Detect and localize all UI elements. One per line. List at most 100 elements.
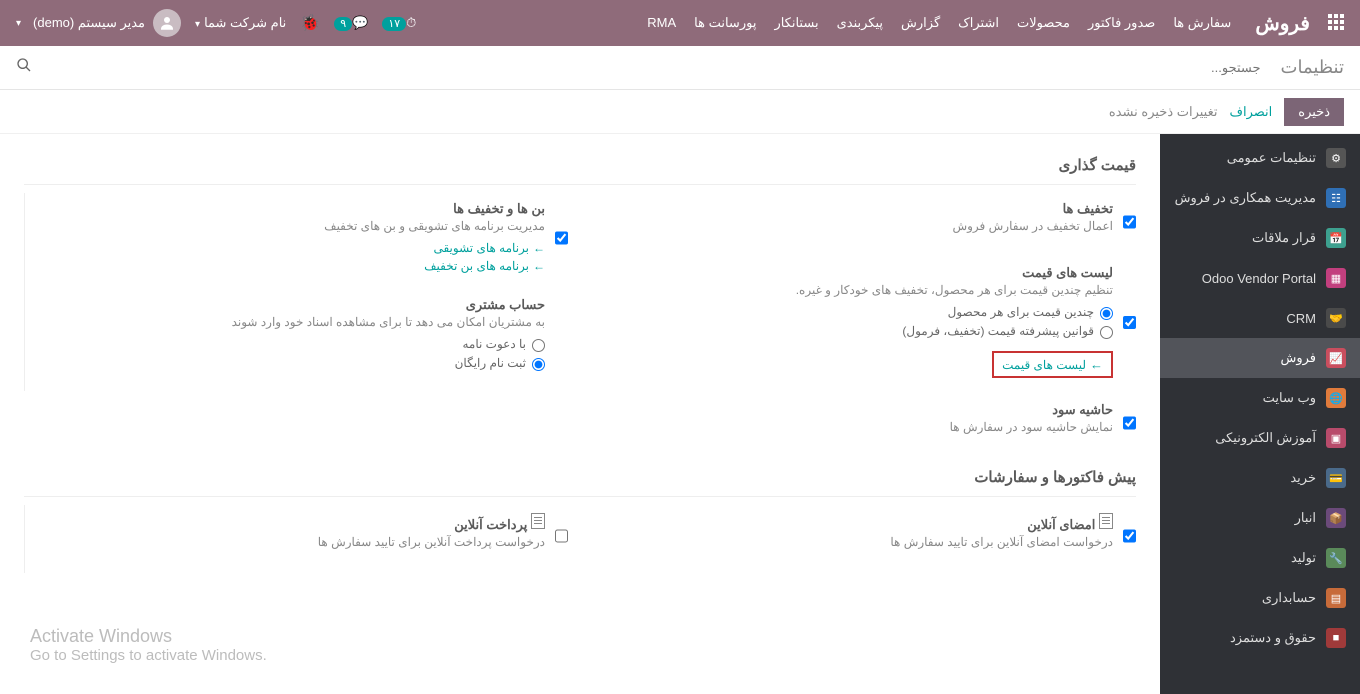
elearn-icon: ▣: [1326, 428, 1346, 448]
topbar-left: ⏱۱۷ 💬۹ 🐞 نام شرکت شما▾ مدیر سیستم (demo)…: [16, 9, 416, 37]
debug-icon[interactable]: 🐞: [300, 13, 320, 33]
inventory-icon: 📦: [1326, 508, 1346, 528]
search-icon[interactable]: [16, 57, 32, 78]
setting-margin: حاشیه سود نمایش حاشیه سود در سفارش ها: [592, 394, 1136, 458]
setting-customer-account: حساب مشتری به مشتریان امکان می دهد تا بر…: [24, 289, 568, 391]
search-input[interactable]: [32, 54, 1261, 81]
calendar-icon: 📅: [1326, 228, 1346, 248]
main: ⚙تنظیمات عمومی ☷مدیریت همکاری در فروش 📅ق…: [0, 134, 1360, 694]
discard-button[interactable]: انصراف: [1230, 104, 1273, 120]
sidebar-item-payroll[interactable]: ■حقوق و دستمزد: [1160, 618, 1360, 658]
globe-icon: 🌐: [1326, 388, 1346, 408]
title-pricelists: لیست های قیمت: [592, 265, 1113, 281]
title-customer-account: حساب مشتری: [49, 297, 545, 313]
apps-icon[interactable]: [1326, 14, 1344, 32]
document-icon: [1099, 513, 1113, 529]
user-menu[interactable]: مدیر سیستم (demo) ▾: [16, 9, 181, 37]
sidebar-item-affiliate[interactable]: ☷مدیریت همکاری در فروش: [1160, 178, 1360, 218]
desc-customer-account: به مشتریان امکان می دهد تا برای مشاهده ا…: [49, 315, 545, 329]
title-margin: حاشیه سود: [592, 402, 1113, 418]
radio-invite[interactable]: با دعوت نامه: [49, 337, 545, 352]
arrow-icon: ←: [533, 259, 545, 273]
page-title: تنظیمات: [1281, 57, 1344, 78]
checkbox-online-payment[interactable]: [555, 515, 568, 557]
purchase-icon: 💳: [1326, 468, 1346, 488]
nav-products[interactable]: محصولات: [1017, 15, 1070, 31]
arrow-icon: ←: [533, 241, 545, 255]
activity-badge[interactable]: ⏱۱۷: [382, 15, 416, 31]
arrow-icon: ←: [1090, 357, 1103, 372]
brand[interactable]: فروش: [1255, 11, 1310, 36]
radio-advanced-price[interactable]: قوانین پیشرفته قیمت (تخفیف، فرمول): [592, 324, 1113, 339]
section-quotes: پیش فاکتورها و سفارشات: [24, 458, 1136, 497]
title-discounts: تخفیف ها: [592, 201, 1113, 217]
checkbox-pricelists[interactable]: [1123, 267, 1136, 378]
payroll-icon: ■: [1326, 628, 1346, 648]
document-icon: [531, 513, 545, 529]
desc-discounts: اعمال تخفیف در سفارش فروش: [592, 219, 1113, 233]
windows-watermark: Activate Windows Go to Settings to activ…: [30, 626, 267, 664]
sidebar-item-vendor[interactable]: ▦Odoo Vendor Portal: [1160, 258, 1360, 298]
setting-discounts: تخفیف ها اعمال تخفیف در سفارش فروش: [592, 193, 1136, 257]
sidebar-item-mrp[interactable]: 🔧تولید: [1160, 538, 1360, 578]
sidebar-item-inventory[interactable]: 📦انبار: [1160, 498, 1360, 538]
sidebar-item-crm[interactable]: 🤝CRM: [1160, 298, 1360, 338]
nav: سفارش ها صدور فاکتور محصولات اشتراک گزار…: [647, 15, 1231, 31]
sales-icon: 📈: [1326, 348, 1346, 368]
nav-config[interactable]: پیکربندی: [837, 15, 883, 31]
nav-orders[interactable]: سفارش ها: [1173, 15, 1231, 31]
messages-badge[interactable]: 💬۹: [334, 15, 368, 31]
desc-coupons: مدیریت برنامه های تشویقی و بن های تخفیف: [49, 219, 545, 233]
nav-invoice[interactable]: صدور فاکتور: [1088, 15, 1155, 31]
checkbox-discounts[interactable]: [1123, 203, 1136, 241]
title-online-payment: پرداخت آنلاین: [49, 513, 545, 533]
accounting-icon: ▤: [1326, 588, 1346, 608]
nav-subscription[interactable]: اشتراک: [958, 15, 999, 31]
title-coupons: بن ها و تخفیف ها: [49, 201, 545, 217]
nav-creditor[interactable]: بستانکار: [774, 15, 818, 31]
sidebar-item-elearning[interactable]: ▣آموزش الکترونیکی: [1160, 418, 1360, 458]
sidebar-item-accounting[interactable]: ▤حسابداری: [1160, 578, 1360, 618]
section-pricing: قیمت گذاری: [24, 146, 1136, 185]
content: قیمت گذاری تخفیف ها اعمال تخفیف در سفارش…: [0, 134, 1160, 694]
sidebar-item-website[interactable]: 🌐وب سایت: [1160, 378, 1360, 418]
link-promo-programs[interactable]: ←برنامه های تشویقی: [49, 241, 545, 255]
desc-online-signature: درخواست امضای آنلاین برای تایید سفارش ها: [592, 535, 1113, 549]
sidebar-item-sales[interactable]: 📈فروش: [1160, 338, 1360, 378]
nav-report[interactable]: گزارش: [901, 15, 940, 31]
radio-free-signup[interactable]: ثبت نام رایگان: [49, 356, 545, 371]
setting-coupons: بن ها و تخفیف ها مدیریت برنامه های تشویق…: [24, 193, 568, 289]
topbar: فروش سفارش ها صدور فاکتور محصولات اشتراک…: [0, 0, 1360, 46]
avatar-icon: [153, 9, 181, 37]
actionbar: ذخیره انصراف تغییرات ذخیره نشده: [0, 90, 1360, 134]
setting-pricelists: لیست های قیمت تنظیم چندین قیمت برای هر م…: [592, 257, 1136, 394]
nav-rma[interactable]: RMA: [647, 15, 676, 31]
save-button[interactable]: ذخیره: [1284, 98, 1344, 126]
radio-multi-price[interactable]: چندین قیمت برای هر محصول: [592, 305, 1113, 320]
sidebar-item-appointment[interactable]: 📅قرار ملاقات: [1160, 218, 1360, 258]
user-label: مدیر سیستم (demo): [33, 15, 145, 31]
sidebar-item-purchase[interactable]: 💳خرید: [1160, 458, 1360, 498]
desc-online-payment: درخواست پرداخت آنلاین برای تایید سفارش ه…: [49, 535, 545, 549]
gear-icon: ⚙: [1326, 148, 1346, 168]
sidebar: ⚙تنظیمات عمومی ☷مدیریت همکاری در فروش 📅ق…: [1160, 134, 1360, 694]
search-wrap: [16, 54, 1261, 81]
checkbox-online-signature[interactable]: [1123, 515, 1136, 557]
company-switcher[interactable]: نام شرکت شما▾: [195, 15, 286, 31]
link-coupon-programs[interactable]: ←برنامه های بن تخفیف: [49, 259, 545, 273]
unsaved-message: تغییرات ذخیره نشده: [1109, 104, 1218, 120]
nav-commission[interactable]: پورسانت ها: [694, 15, 756, 31]
setting-online-signature: امضای آنلاین درخواست امضای آنلاین برای ت…: [592, 505, 1136, 573]
desc-margin: نمایش حاشیه سود در سفارش ها: [592, 420, 1113, 434]
mgmt-icon: ☷: [1326, 188, 1346, 208]
topbar-right: فروش سفارش ها صدور فاکتور محصولات اشتراک…: [647, 11, 1344, 36]
subbar: تنظیمات: [0, 46, 1360, 90]
checkbox-margin[interactable]: [1123, 404, 1136, 442]
mrp-icon: 🔧: [1326, 548, 1346, 568]
title-online-signature: امضای آنلاین: [592, 513, 1113, 533]
sidebar-item-general[interactable]: ⚙تنظیمات عمومی: [1160, 138, 1360, 178]
setting-online-payment: پرداخت آنلاین درخواست پرداخت آنلاین برای…: [24, 505, 568, 573]
link-pricelists-highlighted[interactable]: ← لیست های قیمت: [992, 351, 1113, 378]
vendor-icon: ▦: [1326, 268, 1346, 288]
checkbox-coupons[interactable]: [555, 203, 568, 273]
